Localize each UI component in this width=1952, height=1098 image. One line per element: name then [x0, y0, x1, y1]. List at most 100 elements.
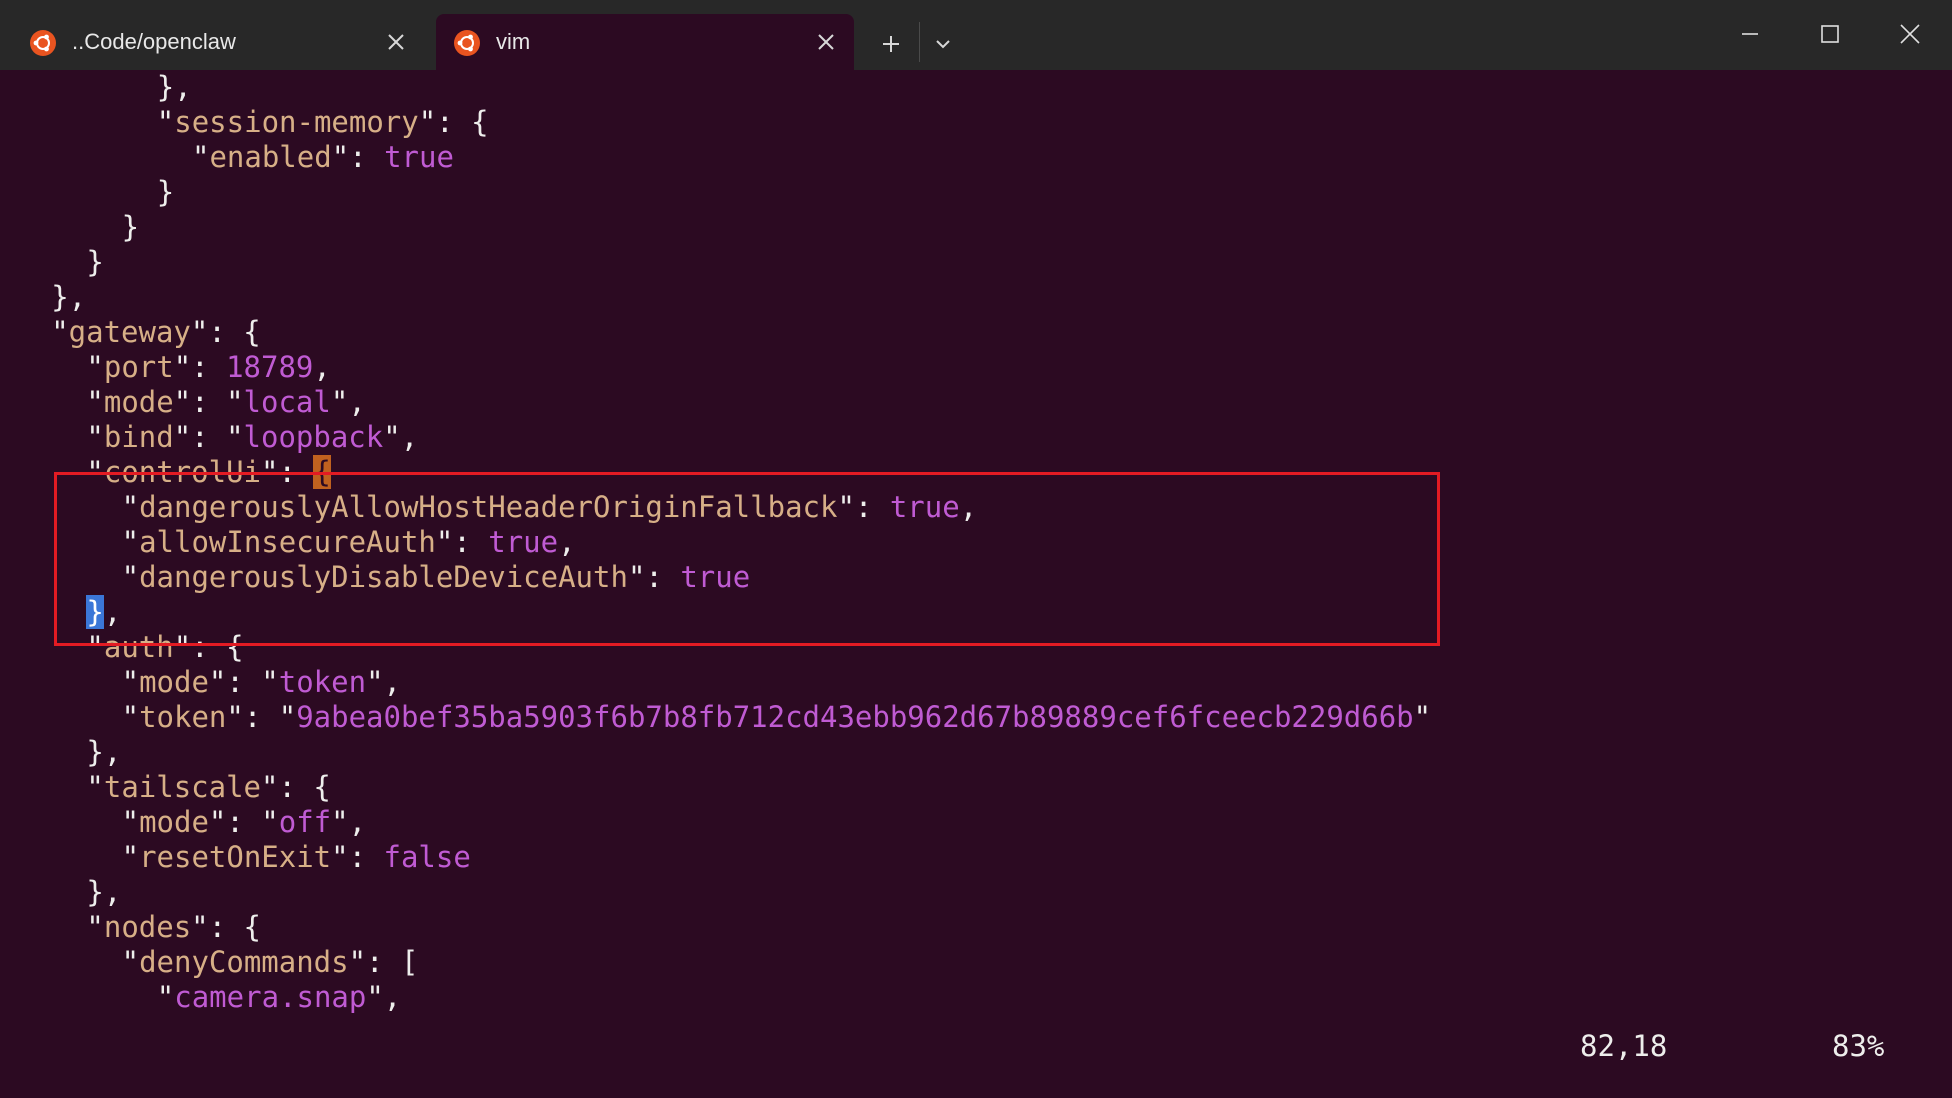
- json-punct: ",: [366, 980, 402, 1014]
- json-punct: ": ": [173, 420, 244, 454]
- close-window-button[interactable]: [1880, 10, 1940, 58]
- json-punct: },: [51, 280, 87, 314]
- json-value: false: [383, 840, 471, 874]
- json-punct: ": [86, 910, 104, 944]
- json-punct: ": [86, 385, 104, 419]
- code-line: "enabled": true: [192, 140, 454, 175]
- code-line: "resetOnExit": false: [122, 840, 471, 875]
- tab-separator: [919, 22, 920, 62]
- json-punct: ": {: [191, 910, 262, 944]
- json-punct: ": [51, 315, 69, 349]
- json-key: mode: [139, 805, 209, 839]
- code-line: "tailscale": {: [86, 770, 330, 805]
- json-string: 9abea0bef35ba5903f6b7b8fb712cd43ebb962d6…: [296, 700, 1414, 734]
- json-punct: ": [121, 840, 140, 874]
- code-line: "token": "9abea0bef35ba5903f6b7b8fb712cd…: [122, 700, 1432, 735]
- code-line: "mode": "token",: [122, 665, 401, 700]
- tab-label: ..Code/openclaw: [72, 29, 236, 54]
- close-icon[interactable]: [384, 30, 408, 54]
- annotation-highlight-box: [54, 472, 1440, 646]
- json-string: camera.snap: [174, 980, 367, 1014]
- ubuntu-icon: [30, 30, 56, 56]
- json-punct: ": {: [190, 315, 261, 349]
- close-icon: [1900, 24, 1920, 44]
- chevron-down-icon: [936, 40, 950, 49]
- code-line: "gateway": {: [51, 315, 261, 350]
- code-line: }: [122, 210, 139, 245]
- code-line: },: [86, 735, 121, 770]
- json-punct: },: [86, 875, 122, 909]
- json-punct: ",: [366, 665, 401, 699]
- json-string: loopback: [243, 420, 384, 454]
- json-key: mode: [103, 385, 174, 419]
- json-punct: ":: [331, 140, 385, 174]
- json-punct: ": [121, 700, 140, 734]
- code-line: }: [86, 245, 103, 280]
- code-line: "mode": "off",: [122, 805, 366, 840]
- title-bar: ..Code/openclaw vim: [0, 0, 1952, 70]
- new-tab-button[interactable]: [871, 24, 911, 64]
- json-key: port: [103, 350, 174, 384]
- json-key: token: [139, 700, 227, 734]
- maximize-icon: [1821, 25, 1839, 43]
- json-punct: ":: [331, 840, 384, 874]
- json-key: resetOnExit: [139, 840, 332, 874]
- code-line: "bind": "loopback",: [86, 420, 418, 455]
- json-key: bind: [103, 420, 174, 454]
- json-punct: ": ": [208, 805, 279, 839]
- plus-icon: [883, 36, 899, 52]
- tab-dropdown-button[interactable]: [923, 24, 963, 64]
- json-punct: ": [121, 805, 140, 839]
- json-punct: ": ": [208, 665, 279, 699]
- minimize-icon: [1742, 33, 1758, 35]
- json-value: 18789: [226, 350, 314, 384]
- json-key: enabled: [209, 140, 332, 174]
- json-string: off: [278, 805, 332, 839]
- code-line: },: [86, 875, 121, 910]
- close-icon[interactable]: [814, 30, 838, 54]
- json-punct: ": [1413, 700, 1432, 734]
- json-punct: },: [156, 70, 192, 104]
- ghost-overflow-row: [0, 0, 1952, 6]
- json-punct: ",: [331, 805, 367, 839]
- json-punct: ": [121, 945, 140, 979]
- json-punct: }: [86, 245, 104, 279]
- json-key: tailscale: [103, 770, 261, 804]
- minimize-button[interactable]: [1720, 10, 1780, 58]
- json-punct: ": [86, 770, 104, 804]
- json-key: nodes: [103, 910, 192, 944]
- code-line: "port": 18789,: [86, 350, 330, 385]
- cursor-position: 82,18: [1580, 1029, 1668, 1063]
- json-punct: ": [: [348, 945, 419, 979]
- code-line: "nodes": {: [86, 910, 261, 945]
- json-punct: ":: [173, 350, 227, 384]
- terminal-window: ..Code/openclaw vim}, "session-memory":…: [0, 0, 1952, 1098]
- json-punct: ": [86, 350, 104, 384]
- code-line: "session-memory": {: [157, 105, 489, 140]
- json-punct: ": [156, 105, 175, 139]
- json-key: gateway: [68, 315, 191, 349]
- json-punct: }: [121, 210, 140, 244]
- json-punct: },: [86, 735, 122, 769]
- json-key: mode: [139, 665, 209, 699]
- code-line: "denyCommands": [: [122, 945, 419, 980]
- json-string: local: [243, 385, 331, 419]
- json-punct: ": {: [418, 105, 489, 139]
- tab-vim[interactable]: vim: [436, 14, 854, 70]
- code-line: },: [51, 280, 86, 315]
- json-punct: ": {: [261, 770, 331, 804]
- json-key: denyCommands: [139, 945, 349, 979]
- json-punct: ": ": [226, 700, 297, 734]
- json-punct: ": [192, 140, 210, 174]
- json-punct: ": [86, 420, 104, 454]
- json-punct: }: [156, 175, 175, 209]
- maximize-button[interactable]: [1800, 10, 1860, 58]
- json-punct: ": [121, 665, 140, 699]
- code-line: "mode": "local",: [86, 385, 365, 420]
- json-key: session-memory: [174, 105, 419, 139]
- json-string: token: [278, 665, 367, 699]
- scroll-percent: 83%: [1832, 1029, 1885, 1063]
- code-line: "camera.snap",: [157, 980, 401, 1015]
- tab-openclaw[interactable]: ..Code/openclaw: [12, 14, 424, 70]
- json-punct: ",: [330, 385, 366, 419]
